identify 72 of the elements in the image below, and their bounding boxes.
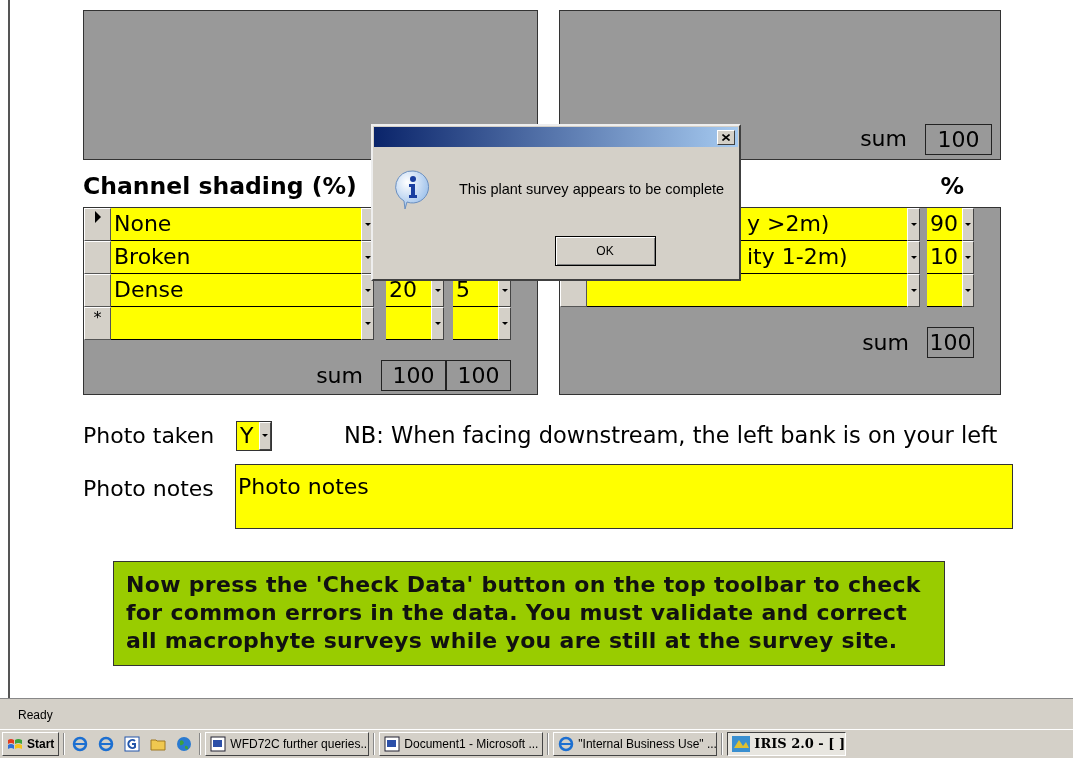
dropdown-button[interactable] bbox=[907, 208, 920, 241]
table-cell[interactable] bbox=[386, 307, 431, 340]
document-icon bbox=[384, 736, 401, 752]
caret-icon bbox=[910, 223, 917, 226]
table-cell[interactable]: Broken bbox=[111, 241, 361, 274]
sum-value: 100 bbox=[381, 359, 446, 391]
sum-value: 100 bbox=[446, 359, 511, 391]
table-cell[interactable] bbox=[111, 307, 361, 340]
caret-icon bbox=[364, 322, 371, 325]
dropdown-button[interactable] bbox=[962, 274, 974, 307]
column-heading: % bbox=[940, 170, 964, 202]
caret-icon bbox=[501, 289, 508, 292]
caret-icon bbox=[965, 223, 971, 226]
record-selector[interactable] bbox=[84, 241, 111, 274]
ok-button[interactable]: OK bbox=[554, 236, 656, 266]
notes-field[interactable]: Photo notes bbox=[235, 464, 1013, 529]
record-selector[interactable] bbox=[84, 208, 111, 241]
sum-value: 100 bbox=[927, 326, 974, 358]
note-text: NB: When facing downstream, the left bank is on your left bbox=[344, 420, 998, 450]
caret-icon bbox=[910, 289, 917, 292]
dropdown-button[interactable] bbox=[498, 307, 511, 340]
dropdown-button[interactable] bbox=[361, 274, 374, 307]
dropdown-button[interactable] bbox=[431, 307, 444, 340]
dropdown-button[interactable] bbox=[907, 241, 920, 274]
caret-icon bbox=[434, 322, 441, 325]
dropdown-button[interactable] bbox=[962, 208, 974, 241]
browser-icon[interactable] bbox=[72, 736, 89, 752]
dialog-message: This plant survey appears to be complete bbox=[459, 180, 725, 200]
browser-icon[interactable] bbox=[98, 736, 115, 752]
sum-value: 100 bbox=[925, 124, 992, 155]
close-button[interactable] bbox=[717, 129, 735, 145]
table-cell[interactable] bbox=[453, 307, 498, 340]
caret-icon bbox=[434, 289, 441, 292]
photo-select[interactable]: Y bbox=[236, 420, 272, 451]
section-heading: Channel shading (%) bbox=[83, 170, 357, 202]
start-button[interactable]: Start bbox=[2, 732, 60, 756]
info-icon bbox=[395, 170, 431, 210]
sum-label: sum bbox=[860, 125, 907, 153]
table-cell[interactable]: 90 bbox=[927, 208, 962, 241]
search-icon[interactable] bbox=[124, 736, 141, 752]
app-icon bbox=[732, 736, 751, 752]
record-selector[interactable] bbox=[84, 274, 111, 307]
field-label: Photo taken bbox=[83, 422, 216, 450]
table-cell[interactable]: 10 bbox=[927, 241, 962, 274]
caret-icon bbox=[965, 256, 971, 259]
dropdown-button[interactable] bbox=[907, 274, 920, 307]
taskbar-button[interactable]: "Internal Business Use" ... bbox=[553, 732, 718, 756]
new-record-marker: * bbox=[93, 310, 102, 326]
taskbar-button[interactable]: IRIS 2.0 - [ ] bbox=[727, 732, 847, 756]
record-selector[interactable]: * bbox=[84, 307, 111, 340]
field-label: Photo notes bbox=[83, 475, 215, 503]
caret-icon bbox=[262, 434, 268, 437]
dropdown-button[interactable] bbox=[361, 307, 374, 340]
status-bar: Ready bbox=[0, 698, 1073, 729]
sum-label: sum bbox=[862, 328, 909, 357]
globe-icon[interactable] bbox=[176, 736, 193, 752]
table-cell[interactable] bbox=[927, 274, 962, 307]
close-icon bbox=[722, 133, 730, 141]
instruction-text: Now press the 'Check Data' button on the top toolbar to check for common errors in the data. You must validate and correct all macrophyte surveys while you are still at the survey site. bbox=[113, 561, 945, 666]
dropdown-button[interactable] bbox=[962, 241, 974, 274]
sum-label: sum bbox=[316, 361, 363, 390]
caret-icon bbox=[501, 322, 508, 325]
caret-icon bbox=[910, 256, 917, 259]
table-cell[interactable]: Dense bbox=[111, 274, 361, 307]
taskbar-button[interactable]: WFD72C further queries... bbox=[205, 732, 370, 756]
windows-logo-icon bbox=[7, 737, 23, 751]
taskbar-button[interactable]: Document1 - Microsoft ... bbox=[379, 732, 544, 756]
document-icon bbox=[210, 736, 227, 752]
caret-icon bbox=[965, 289, 971, 292]
table-cell[interactable]: None bbox=[111, 208, 361, 241]
browser-icon bbox=[558, 736, 575, 752]
caret-icon bbox=[364, 289, 371, 292]
